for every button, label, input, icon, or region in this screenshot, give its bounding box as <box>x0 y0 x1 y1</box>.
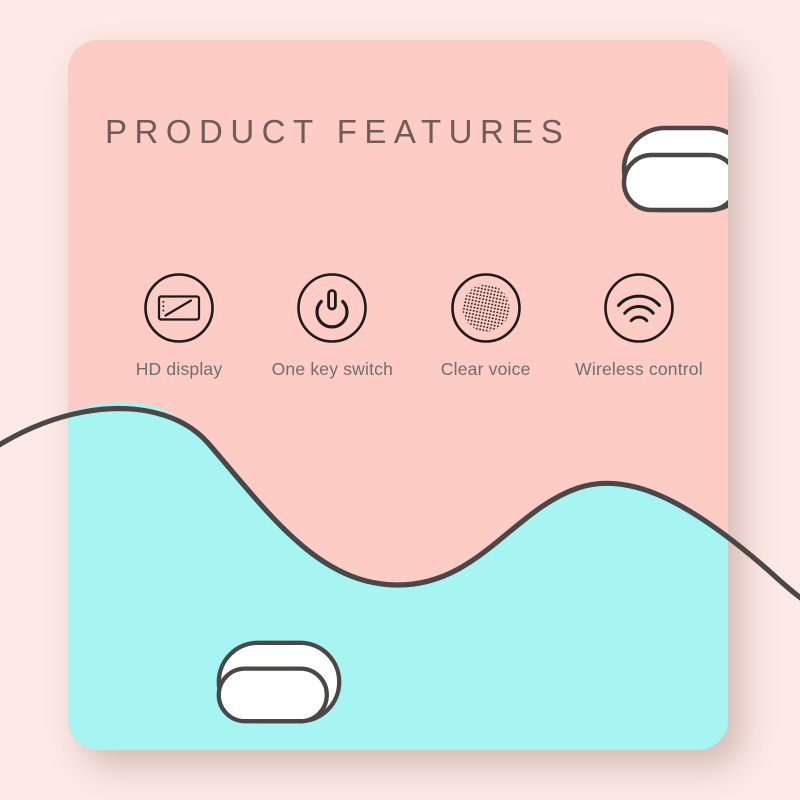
feature-item-clear-voice[interactable]: Clear voice <box>411 272 561 380</box>
hd-display-icon <box>144 273 214 343</box>
speaker-device-bottom-icon <box>216 640 342 724</box>
feature-label: One key switch <box>271 359 394 379</box>
wifi-signal-icon <box>604 273 674 343</box>
poster-stage: PRODUCT FEATURES HD display One key swit… <box>0 0 800 800</box>
speaker-device-top-icon <box>621 125 728 213</box>
page-title: PRODUCT FEATURES <box>105 113 571 150</box>
feature-list: HD display One key switch Clear voice Wi… <box>104 272 714 392</box>
feature-label: Wireless control <box>575 359 703 379</box>
feature-item-hd-display[interactable]: HD display <box>104 272 254 380</box>
speaker-grille-icon <box>450 273 521 343</box>
feature-label: Clear voice <box>440 359 531 379</box>
feature-label: HD display <box>135 359 223 379</box>
feature-item-wireless-control[interactable]: Wireless control <box>564 272 714 380</box>
feature-item-one-key-switch[interactable]: One key switch <box>257 272 407 380</box>
power-button-icon <box>297 273 368 343</box>
product-card: PRODUCT FEATURES HD display One key swit… <box>68 40 728 750</box>
